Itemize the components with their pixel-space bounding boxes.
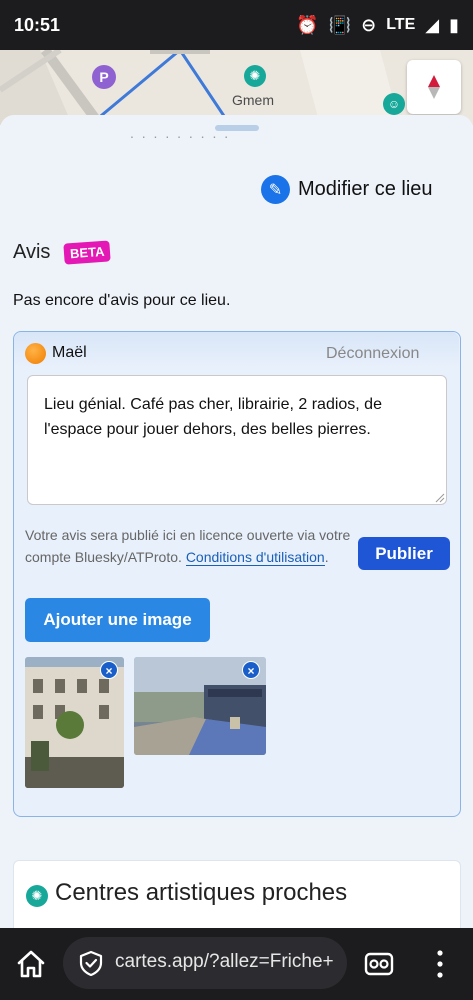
more-menu-icon[interactable] [430,946,450,982]
status-bar: 10:51 ⏰ 📳 ⊖ LTE ◢ ▮ [0,0,473,50]
map-roads [0,50,473,125]
private-tabs-icon[interactable] [364,949,394,979]
user-name: Maël [52,344,87,361]
logout-link[interactable]: Déconnexion [326,345,419,363]
nearby-section: ✺ Centres artistiques proches [13,860,461,928]
license-end: . [324,549,329,565]
reviews-title: Avis [13,241,51,263]
review-form: Maël Déconnexion Lieu génial. Café pas c… [13,331,461,817]
status-icons: ⏰ 📳 ⊖ LTE ◢ ▮ [296,16,459,34]
home-icon[interactable] [14,947,48,981]
theater-icon[interactable]: ☺ [383,93,405,115]
remove-image-icon[interactable]: × [100,661,118,679]
license-notice: Votre avis sera publié ici en licence ou… [25,524,355,568]
remove-image-icon[interactable]: × [242,661,260,679]
pencil-icon: ✎ [261,175,290,204]
network-type: LTE [386,16,416,33]
no-reviews-text: Pas encore d'avis pour ce lieu. [13,292,231,309]
shield-icon[interactable] [78,950,104,976]
alarm-icon: ⏰ [296,15,319,35]
url-text: cartes.app/?allez=Friche+ [115,951,334,972]
image-thumbnail[interactable]: × [25,657,124,788]
resize-grip-icon[interactable] [435,493,445,503]
art-center-icon[interactable]: ✺ [244,65,266,87]
url-bar[interactable]: cartes.app/?allez=Friche+ [63,937,347,989]
bottom-sheet: . . . . . . . . . ✎ Modifier ce lieu Avi… [0,115,473,928]
do-not-disturb-icon: ⊖ [361,15,377,35]
nearby-title: Centres artistiques proches [55,879,348,906]
signal-icon: ◢ [425,15,440,35]
edit-place-label: Modifier ce lieu [298,178,433,200]
compass-south-icon [428,87,440,99]
status-time: 10:51 [14,14,61,35]
browser-toolbar: cartes.app/?allez=Friche+ [0,928,473,1000]
clipped-text: . . . . . . . . . [130,131,231,141]
parking-icon[interactable]: P [92,65,116,89]
reviews-heading: Avis BETA [13,240,112,265]
review-textarea[interactable]: Lieu génial. Café pas cher, librairie, 2… [27,375,447,505]
compass-north-icon [428,75,440,87]
battery-icon: ▮ [449,15,459,35]
map-view[interactable]: P ✺ Gmem ☺ [0,50,473,125]
user-avatar [25,343,46,364]
publish-button[interactable]: Publier [358,537,450,570]
vibrate-icon: 📳 [328,15,352,35]
terms-link[interactable]: Conditions d'utilisation [185,549,325,566]
edit-place-link[interactable]: ✎ Modifier ce lieu [261,175,433,204]
compass-button[interactable] [407,60,461,114]
beta-badge: BETA [63,240,112,265]
art-center-icon: ✺ [26,885,48,907]
map-label-gmem: Gmem [232,92,274,108]
add-image-button[interactable]: Ajouter une image [25,598,210,642]
image-thumbnail[interactable]: × [134,657,266,755]
